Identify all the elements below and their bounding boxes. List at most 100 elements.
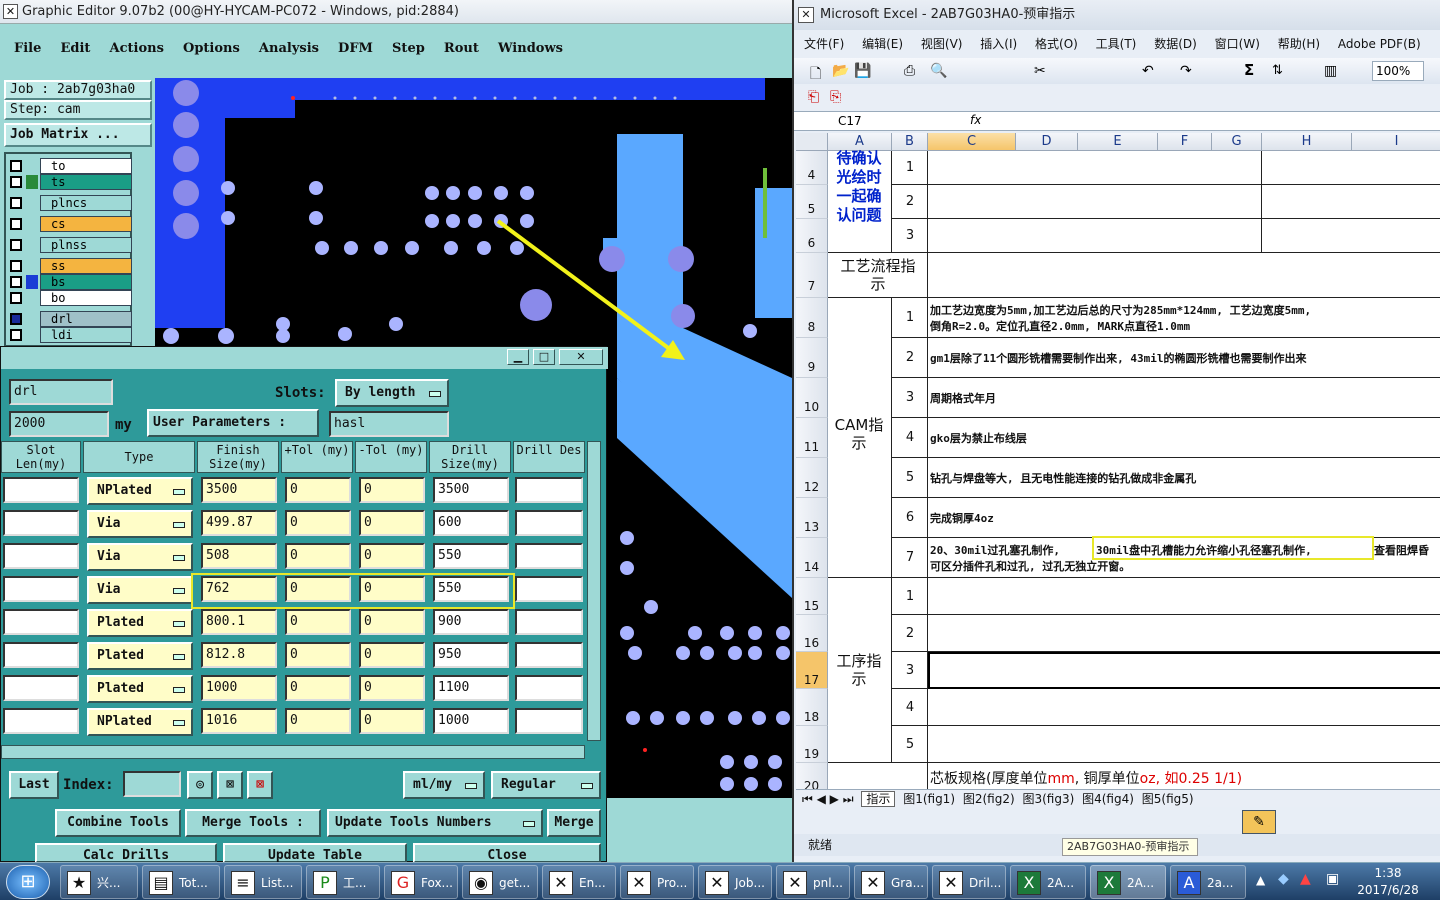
cell-content[interactable] [828,763,928,789]
row-header[interactable]: 8 [796,298,828,338]
finish-size-field[interactable]: 3500 [201,477,277,503]
layer-checkbox[interactable] [10,239,22,251]
update-table-button[interactable]: Update Table [223,843,407,862]
menu-options[interactable]: Options [183,34,240,64]
slot-len-field[interactable] [3,609,79,635]
taskbar-item[interactable]: ✕ Gra... [854,865,928,899]
cell-content[interactable] [928,151,1262,185]
col-header-i[interactable]: I [1352,133,1440,151]
cell-content[interactable] [1262,185,1440,219]
plus-tol-field[interactable]: 0 [285,510,351,536]
taskbar-item[interactable]: ✕ En... [542,865,616,899]
type-dropdown[interactable]: Plated [87,675,193,703]
col-header-g[interactable]: G [1212,133,1262,151]
start-button[interactable]: ⊞ [6,865,50,899]
col-header-c[interactable]: C [928,133,1016,151]
menu-data[interactable]: 数据(D) [1154,37,1197,51]
menu-step[interactable]: Step [392,34,425,64]
taskbar-item[interactable]: A 2a... [1170,865,1246,899]
row-header[interactable]: 5 [796,185,828,219]
cell-b[interactable]: 7 [892,538,928,578]
cell-content[interactable] [928,726,1440,763]
row-header[interactable]: 15 [796,578,828,615]
excel-titlebar[interactable]: ✕ Microsoft Excel - 2AB7G03HA0-预审指示 [794,0,1440,30]
row-header[interactable]: 13 [796,498,828,538]
minus-tol-field[interactable]: 0 [359,609,425,635]
preview-icon[interactable]: 🔍 [930,63,947,79]
layer-row[interactable]: ss [10,258,132,274]
menu-analysis[interactable]: Analysis [259,34,319,64]
type-dropdown[interactable]: Via [87,543,193,571]
cut-icon[interactable]: ✂ [1034,63,1046,79]
cell-group-step[interactable]: 工序指示 [828,578,892,763]
cell-b[interactable]: 1 [892,298,928,338]
slot-len-field[interactable] [3,576,79,602]
taskbar-item[interactable]: ✕ pnl... [776,865,850,899]
drill-des-field[interactable] [515,708,583,734]
layer-row[interactable]: cs [10,216,132,232]
menu-help[interactable]: 帮助(H) [1278,37,1320,51]
type-dropdown[interactable]: Via [87,510,193,538]
col-header-d[interactable]: D [1016,133,1078,151]
name-box[interactable]: C17 [798,113,922,129]
drill-des-field[interactable] [515,609,583,635]
layer-checkbox[interactable] [10,260,22,272]
plus-tol-field[interactable]: 0 [285,477,351,503]
finish-size-field[interactable]: 1016 [201,708,277,734]
row-header[interactable]: 6 [796,219,828,253]
taskbar-item[interactable]: G Fox... [384,865,458,899]
index-field[interactable] [123,771,181,797]
slot-len-field[interactable] [3,708,79,734]
tab-nav-icon[interactable]: ⏮ ◀ ▶ ⏭ [802,792,854,806]
drill-size-field[interactable]: 1000 [433,708,509,734]
taskbar-item[interactable]: ▤ Tot... [142,865,220,899]
cell-b[interactable]: 5 [892,458,928,498]
minus-tol-field[interactable]: 0 [359,510,425,536]
cell-b[interactable]: 6 [892,498,928,538]
drill-size-field[interactable]: 600 [433,510,509,536]
menu-actions[interactable]: Actions [110,34,164,64]
type-dropdown[interactable]: NPlated [87,708,193,736]
cell-content[interactable]: gm1层除了11个圆形铣槽需要制作出来, 43mil的椭圆形铣槽也需要制作出来 [928,338,1440,378]
cell-b[interactable]: 4 [892,689,928,726]
sheet-tab[interactable]: 图4(fig4) [1082,792,1134,806]
row-header[interactable]: 9 [796,338,828,378]
menu-rout[interactable]: Rout [444,34,479,64]
unit-dropdown[interactable]: ml/my [403,771,485,799]
cell-content[interactable]: 周期格式年月 [928,378,1440,418]
finish-size-field[interactable]: 800.1 [201,609,277,635]
layer-checkbox[interactable] [10,276,22,288]
drill-des-field[interactable] [515,477,583,503]
layer-checkbox[interactable] [10,313,22,325]
sheet-tab[interactable]: 指示 [861,791,896,807]
row-header[interactable]: 11 [796,418,828,458]
layer-row[interactable]: ts [10,174,132,190]
tray-app-icon[interactable]: ▲ [1300,871,1311,887]
taskbar-item[interactable]: ≡ List... [224,865,302,899]
type-dropdown[interactable]: Plated [87,642,193,670]
cell-content[interactable] [928,219,1262,253]
search-icon[interactable]: ◎ [187,771,213,799]
minus-tol-field[interactable]: 0 [359,675,425,701]
taskbar-item[interactable]: ✕ Job... [698,865,772,899]
row-header[interactable]: 4 [796,151,828,185]
cell-b[interactable]: 3 [892,219,928,253]
row-header[interactable]: 17 [796,652,828,689]
finish-size-field[interactable]: 1000 [201,675,277,701]
sheet-tab[interactable]: 图5(fig5) [1142,792,1194,806]
row-header[interactable]: 12 [796,458,828,498]
cell-group-process[interactable]: 工艺流程指示 [828,253,928,298]
cell-content[interactable] [928,689,1440,726]
sort-icon[interactable]: ⇅ [1272,63,1283,78]
layer-checkbox[interactable] [10,329,22,341]
merge-tools-button[interactable]: Merge Tools : [185,809,321,837]
col-header-h[interactable]: H [1262,133,1352,151]
drill-des-field[interactable] [515,543,583,569]
drill-des-field[interactable] [515,510,583,536]
cell-content[interactable] [928,615,1440,652]
row-header[interactable]: 19 [796,726,828,763]
sheet-tab[interactable]: 图3(fig3) [1022,792,1074,806]
cell-b[interactable]: 3 [892,652,928,689]
cell-content[interactable]: gko层为禁止布线层 [928,418,1440,458]
slot-len-field[interactable] [3,675,79,701]
